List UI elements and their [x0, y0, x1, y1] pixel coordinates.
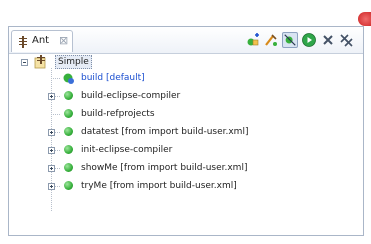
tree-row-target[interactable]: init-eclipse-compiler [9, 143, 363, 159]
expand-icon[interactable] [48, 183, 55, 190]
target-label: init-eclipse-compiler [81, 145, 173, 155]
window: Ant ⊠ Simple build [default] build-eclip… [0, 0, 371, 244]
add-buildfiles-icon[interactable] [245, 32, 261, 48]
target-label: datatest [from import build-user.xml] [81, 127, 249, 137]
tab-label: Ant [32, 35, 50, 46]
expand-icon[interactable] [48, 93, 55, 100]
ant-icon [19, 36, 27, 48]
target-icon [64, 145, 73, 154]
expand-icon[interactable] [48, 165, 55, 172]
tree-row-target[interactable]: build [default] [9, 71, 363, 87]
target-label: build [default] [81, 73, 145, 83]
target-label: tryMe [from import build-user.xml] [81, 181, 237, 191]
window-close-icon[interactable] [358, 12, 371, 26]
remove-icon[interactable] [320, 32, 336, 48]
collapse-icon[interactable] [21, 59, 28, 66]
target-icon [64, 163, 73, 172]
view-toolbar: Ant ⊠ [9, 27, 363, 54]
project-label: Simple [58, 57, 89, 67]
target-tree: Simple build [default] build-eclipse-com… [9, 54, 363, 234]
tree-row-target[interactable]: datatest [from import build-user.xml] [9, 125, 363, 141]
tree-row-target[interactable]: build-eclipse-compiler [9, 89, 363, 105]
default-target-icon [63, 73, 74, 84]
hide-internal-targets-icon[interactable] [282, 32, 298, 48]
tab-close-icon[interactable]: ⊠ [59, 35, 68, 47]
target-label: build-refprojects [81, 109, 155, 119]
tree-row-target[interactable]: build-refprojects [9, 107, 363, 123]
target-icon [64, 181, 73, 190]
tree-row-target[interactable]: showMe [from import build-user.xml] [9, 161, 363, 177]
tree-row-project[interactable]: Simple [9, 55, 363, 71]
ant-view: Ant ⊠ Simple build [default] build-eclip… [8, 26, 364, 236]
project-label-selection: Simple [55, 55, 92, 69]
tree-row-target[interactable]: tryMe [from import build-user.xml] [9, 179, 363, 195]
remove-all-icon[interactable] [338, 32, 354, 48]
target-icon [64, 109, 73, 118]
expand-icon[interactable] [48, 129, 55, 136]
tab-ant[interactable]: Ant ⊠ [11, 30, 73, 52]
target-icon [64, 91, 73, 100]
run-target-icon[interactable] [263, 32, 279, 48]
target-label: showMe [from import build-user.xml] [81, 163, 248, 173]
target-icon [64, 127, 73, 136]
project-icon [34, 55, 46, 69]
run-icon[interactable] [301, 32, 317, 48]
expand-icon[interactable] [48, 147, 55, 154]
target-label: build-eclipse-compiler [81, 91, 181, 101]
